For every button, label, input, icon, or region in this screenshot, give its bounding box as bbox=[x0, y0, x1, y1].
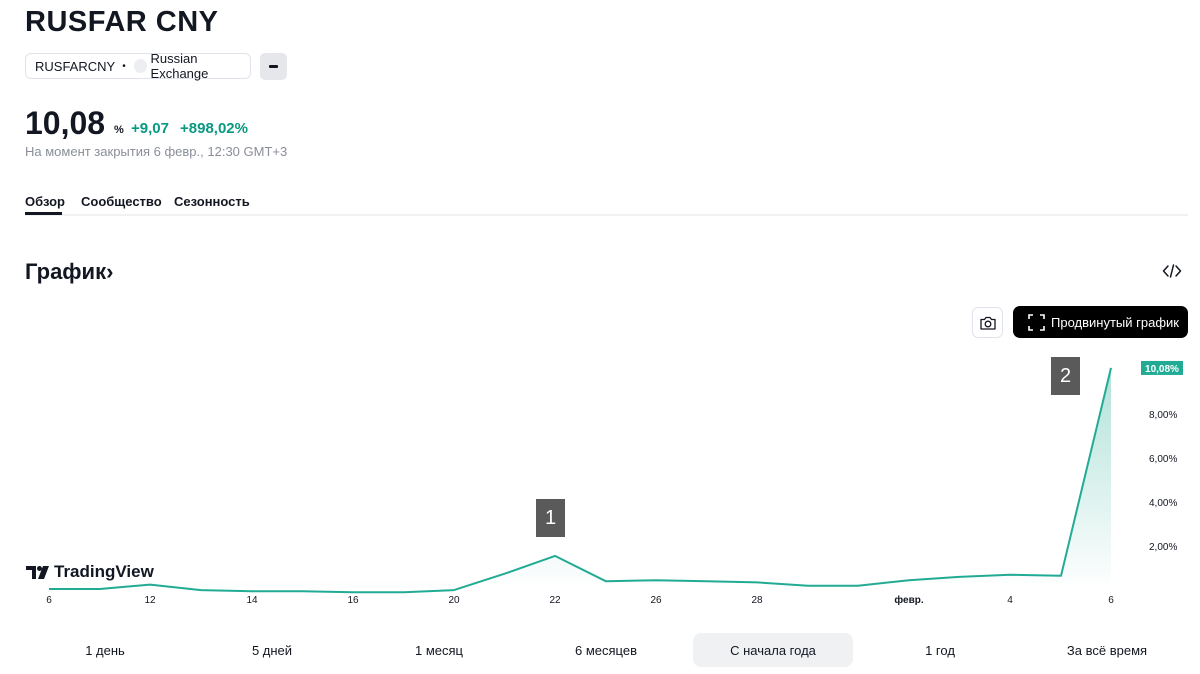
x-tick-label: 26 bbox=[650, 595, 662, 606]
y-tick-label: 8,00% bbox=[1149, 410, 1177, 421]
range-ytd-button[interactable]: С начала года bbox=[693, 633, 853, 667]
range-1y-button[interactable]: 1 год bbox=[887, 633, 993, 667]
x-tick-label: февр. bbox=[894, 594, 923, 606]
x-tick-label: 16 bbox=[347, 595, 359, 606]
separator-dot: • bbox=[122, 60, 126, 72]
range-1d-button[interactable]: 1 день bbox=[52, 633, 158, 667]
y-tick-label: 6,00% bbox=[1149, 454, 1177, 465]
last-value-label: 10,08% bbox=[1145, 364, 1179, 375]
fullscreen-icon bbox=[1028, 313, 1045, 331]
tradingview-logo: TradingView bbox=[26, 562, 154, 582]
exchange-flag-icon bbox=[133, 59, 147, 73]
exchange-name: Russian Exchange bbox=[150, 51, 209, 81]
camera-icon bbox=[979, 316, 996, 330]
tradingview-wordmark: TradingView bbox=[54, 562, 154, 581]
price-change-percent: +898,02% bbox=[180, 120, 248, 137]
tab-overview[interactable]: Обзор bbox=[25, 194, 65, 209]
tab-community[interactable]: Сообщество bbox=[81, 194, 162, 209]
price-chart[interactable]: 6 12 14 16 20 22 26 28 февр. 4 6 2,00%4,00%6,00%8,… bbox=[0, 340, 1200, 610]
active-tab-indicator bbox=[25, 212, 62, 215]
x-tick-label: 28 bbox=[751, 595, 763, 606]
advanced-chart-button[interactable]: Продвинутый график bbox=[1013, 306, 1188, 338]
x-tick-label: 6 bbox=[46, 595, 52, 606]
x-tick-label: 14 bbox=[246, 595, 258, 606]
range-all-button[interactable]: За всё время bbox=[1054, 633, 1160, 667]
symbol-exchange-chip[interactable]: RUSFARCNY • Russian Exchange bbox=[25, 51, 251, 81]
series-line bbox=[49, 367, 1112, 594]
tabs-divider bbox=[25, 214, 1188, 216]
last-price: 10,08 bbox=[25, 105, 106, 141]
symbol-ticker: RUSFARCNY bbox=[35, 58, 116, 74]
y-tick-label: 4,00% bbox=[1149, 498, 1177, 509]
x-tick-label: 4 bbox=[1007, 595, 1013, 606]
tab-seasonality[interactable]: Сезонность bbox=[174, 194, 250, 209]
snapshot-button[interactable] bbox=[972, 307, 1003, 338]
range-6m-button[interactable]: 6 месяцев bbox=[553, 633, 659, 667]
price-change: +9,07 bbox=[131, 120, 169, 137]
symbol-title: RUSFAR CNY bbox=[25, 6, 219, 38]
series-area bbox=[49, 367, 1111, 593]
chart-marker[interactable]: 1 bbox=[536, 499, 565, 537]
x-tick-label: 20 bbox=[448, 595, 460, 606]
x-tick-label: 22 bbox=[549, 595, 561, 606]
more-options-button[interactable] bbox=[260, 53, 287, 80]
range-1m-button[interactable]: 1 месяц bbox=[386, 633, 492, 667]
price-unit: % bbox=[114, 124, 124, 136]
x-tick-label: 12 bbox=[144, 595, 156, 606]
range-5d-button[interactable]: 5 дней bbox=[219, 633, 325, 667]
minus-icon bbox=[269, 65, 278, 68]
y-tick-label: 2,00% bbox=[1149, 542, 1177, 553]
chart-section-link[interactable]: График› bbox=[25, 259, 113, 285]
chart-marker[interactable]: 2 bbox=[1051, 357, 1080, 395]
market-status: На момент закрытия 6 февр., 12:30 GMT+3 bbox=[25, 144, 288, 159]
tradingview-logo-icon bbox=[26, 565, 49, 579]
x-tick-label: 6 bbox=[1108, 595, 1114, 606]
advanced-chart-label: Продвинутый график bbox=[1051, 314, 1179, 330]
embed-code-icon[interactable] bbox=[1162, 263, 1182, 279]
